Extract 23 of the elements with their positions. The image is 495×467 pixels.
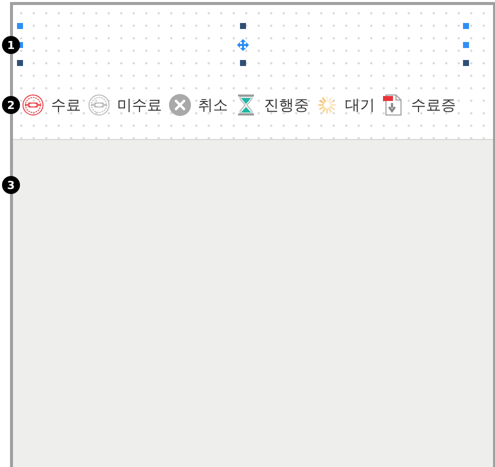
step-marker: 1	[2, 36, 20, 54]
hourglass-icon	[235, 94, 257, 116]
legend-label: 수료증	[411, 96, 456, 114]
legend-label: 취소	[198, 96, 228, 114]
resize-handle[interactable]	[17, 60, 23, 66]
step-marker: 2	[2, 96, 20, 114]
resize-handle[interactable]	[463, 23, 469, 29]
stamp-icon	[88, 94, 110, 116]
pdf-download-icon	[382, 94, 404, 116]
legend-label: 대기	[345, 96, 375, 114]
resize-handle[interactable]	[17, 23, 23, 29]
resize-handle[interactable]	[463, 60, 469, 66]
legend-label: 수료	[51, 96, 81, 114]
legend-label: 진행중	[264, 96, 309, 114]
move-icon[interactable]	[237, 39, 249, 51]
step-marker: 3	[2, 176, 20, 194]
resize-handle[interactable]	[463, 42, 469, 48]
resize-handle[interactable]	[240, 60, 246, 66]
spinner-icon	[316, 94, 338, 116]
resize-handle[interactable]	[240, 23, 246, 29]
stamp-icon	[22, 94, 44, 116]
legend-label: 미수료	[117, 96, 162, 114]
close-icon	[169, 94, 191, 116]
